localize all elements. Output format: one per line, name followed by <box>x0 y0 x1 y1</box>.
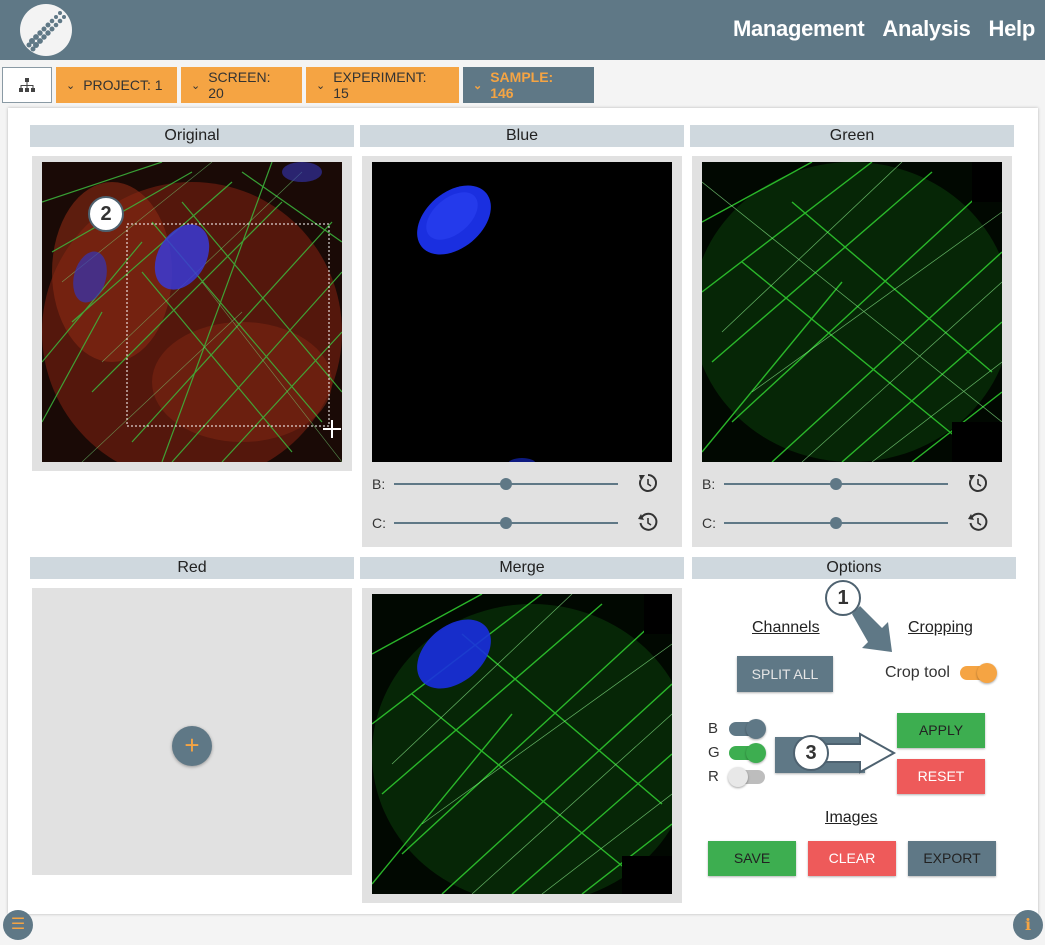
slider-thumb[interactable] <box>500 478 512 490</box>
crumb-sample[interactable]: ⌄ SAMPLE: 146 <box>463 67 594 103</box>
channel-b-toggle[interactable] <box>729 719 766 739</box>
channel-g-label: G <box>708 744 720 761</box>
brightness-label: B: <box>702 476 716 492</box>
hierarchy-button[interactable] <box>2 67 52 103</box>
slider-thumb[interactable] <box>500 517 512 529</box>
callout-2: 2 <box>88 196 124 232</box>
history-icon[interactable] <box>967 511 989 533</box>
contrast-label: C: <box>372 515 386 531</box>
nav-help[interactable]: Help <box>989 16 1036 42</box>
nav-analysis[interactable]: Analysis <box>882 16 970 42</box>
app-logo[interactable] <box>20 4 72 56</box>
info-icon: i <box>1024 915 1032 934</box>
chevron-down-icon: ⌄ <box>66 79 76 92</box>
main-nav: Management Analysis Help <box>733 16 1035 42</box>
plus-icon: + <box>184 730 200 760</box>
crumb-experiment-label: EXPERIMENT: 15 <box>333 69 427 101</box>
crumb-sample-label: SAMPLE: 146 <box>490 69 554 101</box>
callout-3: 3 <box>793 735 829 771</box>
crumb-experiment[interactable]: ⌄ EXPERIMENT: 15 <box>306 67 459 103</box>
channel-g-toggle[interactable] <box>729 743 766 763</box>
crop-tool-toggle[interactable] <box>960 663 997 683</box>
crumb-project-label: PROJECT: 1 <box>83 77 163 93</box>
slider-thumb[interactable] <box>830 478 842 490</box>
split-all-button[interactable]: SPLIT ALL <box>737 656 833 692</box>
arrow-down-right-icon <box>852 606 892 652</box>
menu-icon: ☰ <box>10 916 26 933</box>
breadcrumb: ⌄ PROJECT: 1 ⌄ SCREEN: 20 ⌄ EXPERIMENT: … <box>2 67 594 103</box>
blue-contrast-slider[interactable] <box>394 517 618 529</box>
contrast-label: C: <box>702 515 716 531</box>
chevron-down-icon: ⌄ <box>473 79 483 92</box>
blue-header: Blue <box>360 125 684 147</box>
menu-button[interactable]: ☰ <box>3 910 33 940</box>
green-panel: B: C: <box>692 156 1012 547</box>
clear-button[interactable]: CLEAR <box>808 841 896 876</box>
callout-1: 1 <box>825 580 861 616</box>
original-image[interactable] <box>42 162 342 462</box>
merge-panel <box>362 588 682 903</box>
reset-button[interactable]: RESET <box>897 759 985 794</box>
blue-channel-image[interactable] <box>372 162 672 462</box>
red-panel: + <box>32 588 352 875</box>
sitemap-icon <box>19 78 35 92</box>
green-brightness-slider[interactable] <box>724 478 948 490</box>
crumb-project[interactable]: ⌄ PROJECT: 1 <box>56 67 177 103</box>
options-header: Options <box>692 557 1016 579</box>
red-header: Red <box>30 557 354 579</box>
export-button[interactable]: EXPORT <box>908 841 996 876</box>
blue-brightness-slider[interactable] <box>394 478 618 490</box>
add-red-channel-button[interactable]: + <box>172 726 212 766</box>
toggle-knob <box>746 743 766 763</box>
crumb-screen[interactable]: ⌄ SCREEN: 20 <box>181 67 302 103</box>
blue-brightness-row: B: <box>372 474 672 494</box>
restore-icon[interactable] <box>637 472 659 494</box>
cropping-title: Cropping <box>908 619 973 636</box>
crumb-screen-label: SCREEN: 20 <box>208 69 271 101</box>
merge-image[interactable] <box>372 594 672 894</box>
slider-thumb[interactable] <box>830 517 842 529</box>
green-header: Green <box>690 125 1014 147</box>
merge-header: Merge <box>360 557 684 579</box>
channel-r-label: R <box>708 768 719 785</box>
top-bar: Management Analysis Help <box>0 0 1045 60</box>
channel-b-label: B <box>708 720 719 737</box>
crop-tool-label: Crop tool <box>885 664 950 681</box>
blue-panel: B: C: <box>362 156 682 547</box>
save-button[interactable]: SAVE <box>708 841 796 876</box>
apply-button[interactable]: APPLY <box>897 713 985 748</box>
toggle-knob <box>977 663 997 683</box>
toggle-knob <box>728 767 748 787</box>
green-channel-image[interactable] <box>702 162 1002 462</box>
nav-management[interactable]: Management <box>733 16 865 42</box>
green-brightness-row: B: <box>702 474 1002 494</box>
original-header: Original <box>30 125 354 147</box>
blue-contrast-row: C: <box>372 511 672 533</box>
original-panel <box>32 156 352 471</box>
green-contrast-row: C: <box>702 511 1002 533</box>
history-icon[interactable] <box>637 511 659 533</box>
info-button[interactable]: i <box>1013 910 1043 940</box>
workspace-card: Original Blue B: C: Green B: C: Red + Me… <box>8 108 1038 914</box>
images-title: Images <box>825 809 878 826</box>
green-contrast-slider[interactable] <box>724 517 948 529</box>
restore-icon[interactable] <box>967 472 989 494</box>
chevron-down-icon: ⌄ <box>191 79 201 92</box>
channels-title: Channels <box>752 619 820 636</box>
channel-r-toggle[interactable] <box>728 767 765 787</box>
toggle-knob <box>746 719 766 739</box>
brightness-label: B: <box>372 476 386 492</box>
chevron-down-icon: ⌄ <box>316 79 326 92</box>
